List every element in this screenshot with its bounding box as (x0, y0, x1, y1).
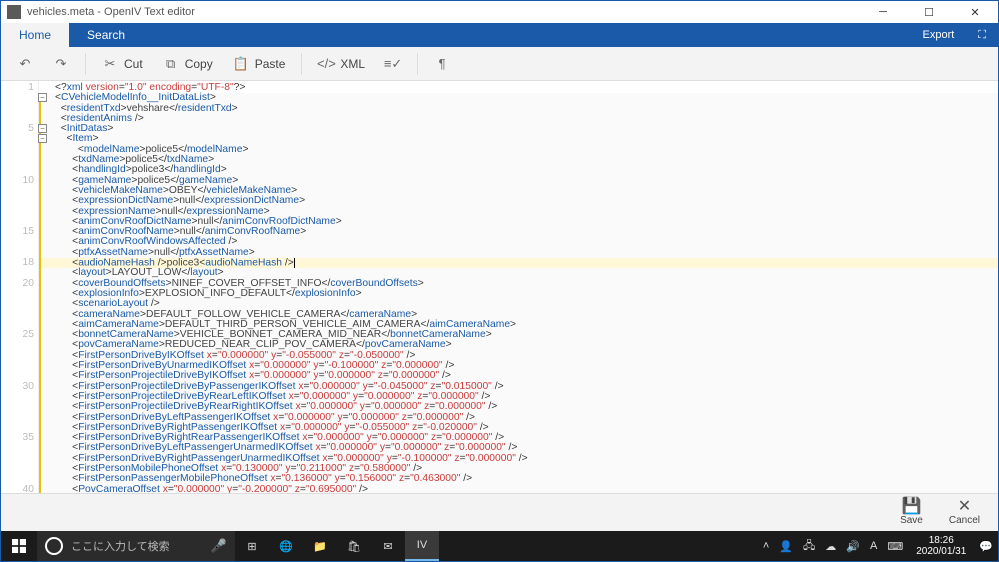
code-area[interactable]: <?xml version="1.0" encoding="UTF-8"?><C… (39, 81, 998, 493)
taskbar-app-explorer[interactable]: 📁 (303, 531, 337, 561)
bottom-bar: 💾Save ✕Cancel (1, 493, 998, 531)
taskbar: ここに入力して検索 🎤 ⊞ 🌐 📁 🛍 ✉ IV ˄ 👤 🖧 ☁ 🔊 A ⌨ 1… (1, 531, 998, 561)
editor-pane: 1−5−−1015182025303540 <?xml version="1.0… (1, 81, 998, 493)
titlebar: vehicles.meta - OpenIV Text editor ─ ☐ ✕ (1, 1, 998, 23)
fullscreen-icon[interactable]: ⛶ (966, 23, 998, 47)
check-icon: ≡✓ (385, 56, 401, 72)
code-line[interactable]: <PovCameraOffset x="0.000000" y="-0.2000… (39, 485, 998, 493)
paste-button[interactable]: 📋Paste (225, 52, 294, 76)
search-icon (45, 537, 63, 555)
windows-icon (12, 539, 26, 553)
app-icon (7, 5, 21, 19)
code-line[interactable]: <residentAnims /> (39, 114, 998, 124)
code-icon: </> (318, 56, 334, 72)
cut-button[interactable]: ✂Cut (94, 52, 151, 76)
taskbar-clock[interactable]: 18:26 2020/01/31 (908, 535, 974, 557)
tray-keyboard-icon[interactable]: ⌨ (882, 540, 908, 553)
code-line[interactable]: <InitDatas> (39, 124, 998, 134)
validate-button[interactable]: ≡✓ (377, 52, 409, 76)
mic-icon: 🎤 (211, 538, 227, 554)
cancel-icon: ✕ (958, 499, 971, 515)
scissors-icon: ✂ (102, 56, 118, 72)
line-gutter[interactable]: 1−5−−1015182025303540 (1, 81, 39, 493)
tray-people-icon[interactable]: 👤 (774, 540, 798, 553)
fold-toggle[interactable]: − (38, 124, 47, 133)
tray-volume-icon[interactable]: 🔊 (841, 540, 865, 553)
tab-home[interactable]: Home (1, 23, 69, 47)
redo-icon: ↷ (53, 56, 69, 72)
maximize-button[interactable]: ☐ (906, 1, 952, 23)
system-tray: ˄ 👤 🖧 ☁ 🔊 A ⌨ 18:26 2020/01/31 💬 (758, 531, 998, 561)
task-view-button[interactable]: ⊞ (235, 531, 269, 561)
clock-date: 2020/01/31 (916, 546, 966, 557)
xml-button[interactable]: </>XML (310, 52, 373, 76)
clipboard-icon: 📋 (233, 56, 249, 72)
undo-icon: ↶ (17, 56, 33, 72)
app-window: vehicles.meta - OpenIV Text editor ─ ☐ ✕… (0, 0, 999, 562)
tray-cloud-icon[interactable]: ☁ (820, 540, 841, 553)
save-icon: 💾 (902, 499, 922, 515)
ribbon-toolbar: ↶ ↷ ✂Cut ⧉Copy 📋Paste </>XML ≡✓ ¶ (1, 47, 998, 81)
fold-toggle[interactable]: − (38, 134, 47, 143)
clock-time: 18:26 (916, 535, 966, 546)
action-center-icon[interactable]: 💬 (974, 540, 998, 553)
ribbon-header: Home Search Export ⛶ (1, 23, 998, 47)
window-title: vehicles.meta - OpenIV Text editor (27, 6, 195, 18)
pilcrow-button[interactable]: ¶ (426, 52, 458, 76)
cancel-button[interactable]: ✕Cancel (939, 497, 990, 528)
tray-up-icon[interactable]: ˄ (758, 540, 774, 552)
copy-icon: ⧉ (163, 56, 179, 72)
code-line[interactable]: <residentTxd>vehshare</residentTxd> (39, 104, 998, 114)
taskbar-app-store[interactable]: 🛍 (337, 531, 371, 561)
save-button[interactable]: 💾Save (890, 497, 933, 528)
minimize-button[interactable]: ─ (860, 1, 906, 23)
taskbar-search[interactable]: ここに入力して検索 🎤 (37, 531, 235, 561)
pilcrow-icon: ¶ (434, 56, 450, 72)
copy-button[interactable]: ⧉Copy (155, 52, 221, 76)
tab-search[interactable]: Search (69, 23, 143, 47)
tray-ime[interactable]: A (865, 540, 882, 552)
redo-button[interactable]: ↷ (45, 52, 77, 76)
export-button[interactable]: Export (911, 23, 967, 47)
undo-button[interactable]: ↶ (9, 52, 41, 76)
taskbar-app-edge[interactable]: 🌐 (269, 531, 303, 561)
fold-toggle[interactable]: − (38, 93, 47, 102)
code-line[interactable]: <ptfxAssetName>null</ptfxAssetName> (39, 248, 998, 258)
close-button[interactable]: ✕ (952, 1, 998, 23)
search-placeholder: ここに入力して検索 (71, 538, 170, 554)
start-button[interactable] (1, 531, 37, 561)
tray-network-icon[interactable]: 🖧 (798, 537, 820, 556)
taskbar-app-mail[interactable]: ✉ (371, 531, 405, 561)
code-line[interactable]: <explosionInfo>EXPLOSION_INFO_DEFAULT</e… (39, 289, 998, 299)
taskbar-app-openiv[interactable]: IV (405, 531, 439, 561)
